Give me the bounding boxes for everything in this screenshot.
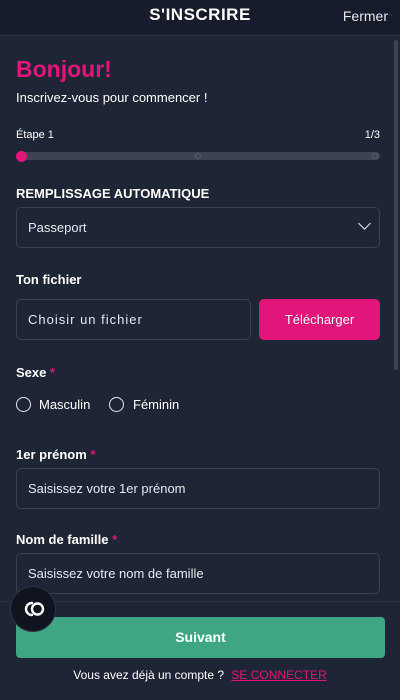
chevron-down-icon xyxy=(358,217,371,230)
file-chooser-placeholder: Choisir un fichier xyxy=(28,312,143,327)
last-name-placeholder: Saisissez votre nom de famille xyxy=(28,566,204,581)
radio-feminin[interactable] xyxy=(109,397,124,412)
radio-masculin[interactable] xyxy=(16,397,31,412)
file-chooser-field[interactable]: Choisir un fichier xyxy=(16,299,251,340)
last-name-input[interactable]: Saisissez votre nom de famille xyxy=(16,553,380,594)
account-question: Vous avez déjà un compte ? xyxy=(73,668,225,682)
next-button[interactable]: Suivant xyxy=(16,617,385,658)
greeting-subtitle: Inscrivez-vous pour commencer ! xyxy=(16,90,208,105)
required-mark: * xyxy=(112,532,118,547)
chat-bubble-icon xyxy=(24,601,45,617)
autofill-label: REMPLISSAGE AUTOMATIQUE xyxy=(16,186,210,201)
radio-feminin-label[interactable]: Féminin xyxy=(133,397,179,412)
autofill-select[interactable]: Passeport xyxy=(16,207,380,248)
login-prompt: Vous avez déjà un compte ? SE CONNECTER xyxy=(0,668,400,682)
login-link[interactable]: SE CONNECTER xyxy=(231,668,326,682)
first-name-input[interactable]: Saisissez votre 1er prénom xyxy=(16,468,380,509)
page-title: S'INSCRIRE xyxy=(149,5,251,24)
required-mark: * xyxy=(90,447,96,462)
file-label: Ton fichier xyxy=(16,272,82,287)
header: S'INSCRIRE Fermer xyxy=(0,0,400,36)
sex-label: Sexe * xyxy=(16,365,55,380)
scrollbar[interactable] xyxy=(394,40,398,370)
required-mark: * xyxy=(50,365,56,380)
first-name-placeholder: Saisissez votre 1er prénom xyxy=(28,481,186,496)
first-name-label-text: 1er prénom xyxy=(16,447,87,462)
upload-button[interactable]: Télécharger xyxy=(259,299,380,340)
last-name-label-text: Nom de famille xyxy=(16,532,109,547)
autofill-selected-value: Passeport xyxy=(28,220,87,235)
first-name-label: 1er prénom * xyxy=(16,447,96,462)
step-count: 1/3 xyxy=(364,129,380,141)
progress-step-3-marker xyxy=(372,153,378,159)
chat-button[interactable] xyxy=(10,586,56,632)
radio-masculin-label[interactable]: Masculin xyxy=(39,397,90,412)
progress-current-step xyxy=(16,151,27,162)
step-label: Étape 1 xyxy=(16,129,54,141)
last-name-label: Nom de famille * xyxy=(16,532,117,547)
progress-step-2-marker xyxy=(195,153,201,159)
sex-label-text: Sexe xyxy=(16,365,47,380)
close-button[interactable]: Fermer xyxy=(343,8,388,24)
greeting-heading: Bonjour! xyxy=(16,56,112,82)
